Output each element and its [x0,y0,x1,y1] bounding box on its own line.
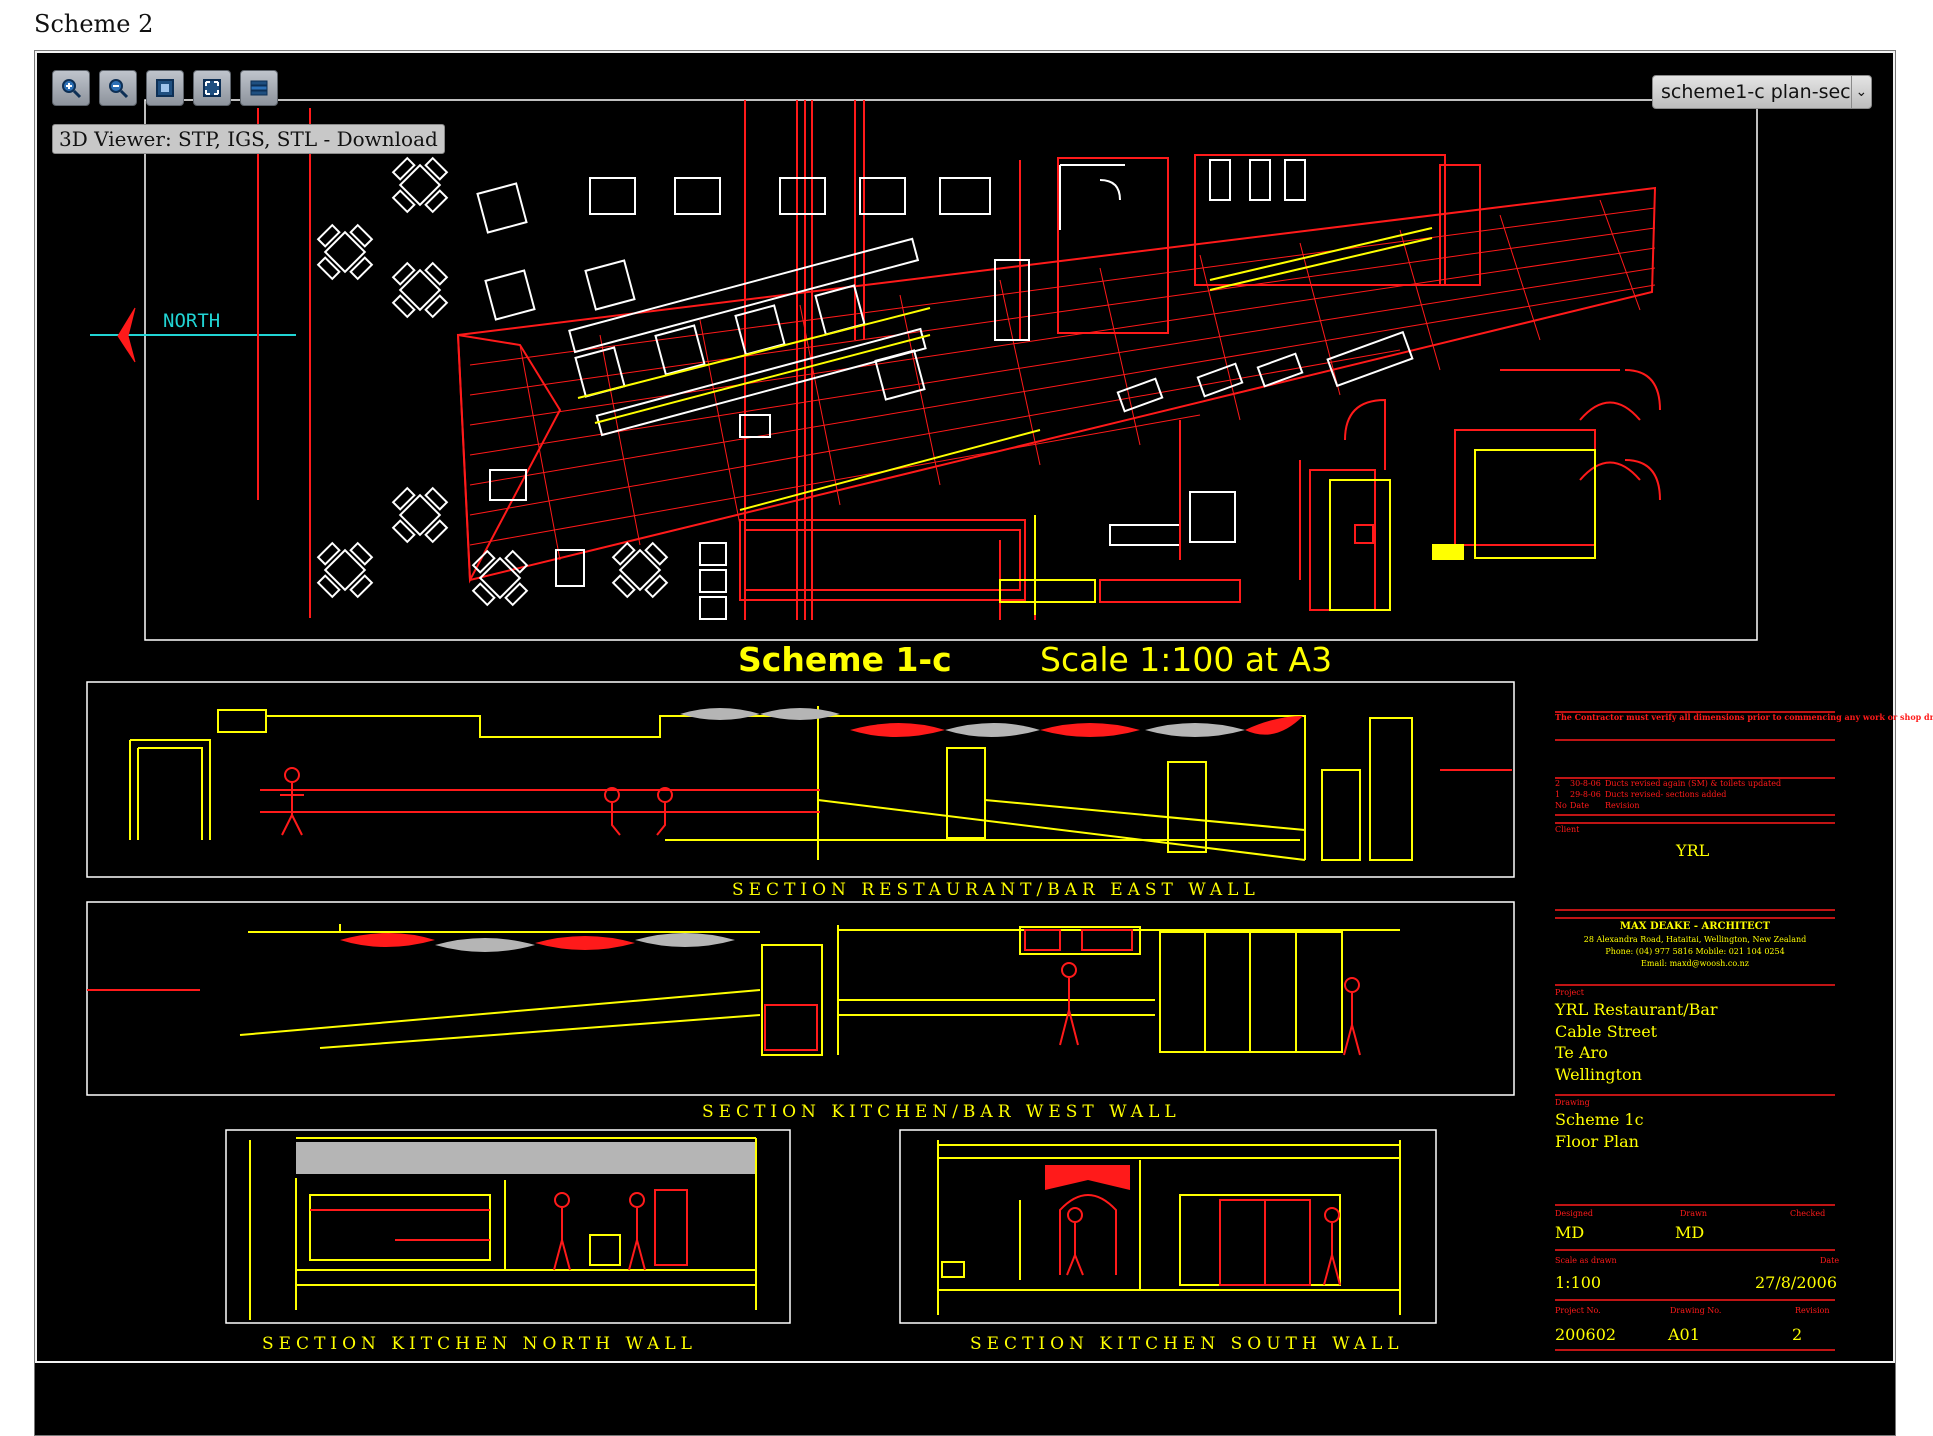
plan-walls [739,154,1661,620]
revision-date-1: 29-8-06 [1570,790,1601,799]
layout-select[interactable]: scheme1-c plan-sec ⌄ [1652,75,1872,109]
revision-text-1: Ducts revised- sections added [1605,790,1726,799]
revision-header-revision: Revision [1605,801,1639,810]
title-block: The Contractor must verify all dimension… [1554,711,1933,1351]
drawn-value: MD [1675,1223,1704,1242]
revision-value: 2 [1792,1325,1802,1344]
designed-label: Designed [1555,1209,1593,1218]
plan-yellow [577,227,1596,615]
project-line-4: Wellington [1555,1065,1642,1084]
contractor-note: The Contractor must verify all dimension… [1555,712,1933,722]
section-west-wall [86,901,1515,1096]
section-west-label: SECTION KITCHEN/BAR WEST WALL [702,1102,1181,1122]
architect-name: MAX DEAKE - ARCHITECT [1620,921,1771,932]
revision-header-no: No [1555,801,1567,810]
architect-phone: Phone: (04) 977 5816 Mobile: 021 104 025… [1605,947,1784,956]
plan-title: Scheme 1-c [738,640,952,679]
revision-no-2: 2 [1555,779,1560,788]
project-no-label: Project No. [1555,1306,1601,1315]
chevron-down-icon[interactable]: ⌄ [1850,76,1871,108]
section-north-label: SECTION KITCHEN NORTH WALL [262,1334,697,1354]
client-label: Client [1555,825,1580,834]
viewer-toolbar [52,70,278,106]
designed-value: MD [1555,1223,1584,1242]
drawing-line-1: Scheme 1c [1555,1110,1644,1129]
project-line-3: Te Aro [1555,1043,1608,1062]
layers-icon [250,80,268,96]
drawing-line-2: Floor Plan [1555,1132,1639,1151]
revision-label: Revision [1795,1306,1829,1315]
project-label: Project [1555,988,1585,997]
zoom-in-icon [62,79,82,99]
project-no-value: 200602 [1555,1325,1616,1344]
architect-address: 28 Alexandra Road, Hataitai, Wellington,… [1584,935,1807,944]
plan-scale: Scale 1:100 at A3 [1040,640,1332,679]
drawing-no-value: A01 [1667,1325,1700,1344]
project-line-1: YRL Restaurant/Bar [1554,1000,1718,1019]
download-3d-viewer-link[interactable]: 3D Viewer: STP, IGS, STL - Download [52,124,445,154]
client-name: YRL [1675,841,1710,860]
zoom-out-icon [109,79,129,99]
scale-value: 1:100 [1555,1273,1601,1292]
zoom-in-button[interactable] [52,70,90,106]
zoom-out-button[interactable] [99,70,137,106]
architect-email: Email: maxd@woosh.co.nz [1641,959,1749,968]
section-north-wall [225,1129,791,1324]
revision-no-1: 1 [1555,790,1560,799]
section-south-label: SECTION KITCHEN SOUTH WALL [970,1334,1404,1354]
date-label: Date [1820,1256,1839,1265]
checked-label: Checked [1790,1209,1825,1218]
zoom-extents-button[interactable] [193,70,231,106]
revision-header-date: Date [1570,801,1589,810]
date-value: 27/8/2006 [1755,1273,1837,1292]
scale-label: Scale as drawn [1555,1256,1617,1265]
section-east-label: SECTION RESTAURANT/BAR EAST WALL [732,880,1260,900]
zoom-window-icon [156,79,174,97]
north-label: NORTH [163,310,220,332]
layers-button[interactable] [240,70,278,106]
section-south-wall [899,1129,1437,1324]
zoom-extents-icon [203,79,221,97]
drawing-no-label: Drawing No. [1670,1306,1721,1315]
section-east-wall [86,681,1515,878]
north-arrow: NORTH [90,307,296,363]
drawing-label: Drawing [1555,1098,1590,1107]
plan-furniture [316,156,1414,620]
zoom-window-button[interactable] [146,70,184,106]
cad-drawing[interactable]: NORTH Scheme 1-c Scale 1:100 at A3 SECTI… [0,0,1933,1436]
layout-select-value: scheme1-c plan-sec [1661,81,1851,103]
revision-date-2: 30-8-06 [1570,779,1601,788]
revision-text-2: Ducts revised again (SM) & toilets updat… [1605,779,1781,788]
project-line-2: Cable Street [1555,1022,1658,1041]
drawn-label: Drawn [1680,1209,1707,1218]
